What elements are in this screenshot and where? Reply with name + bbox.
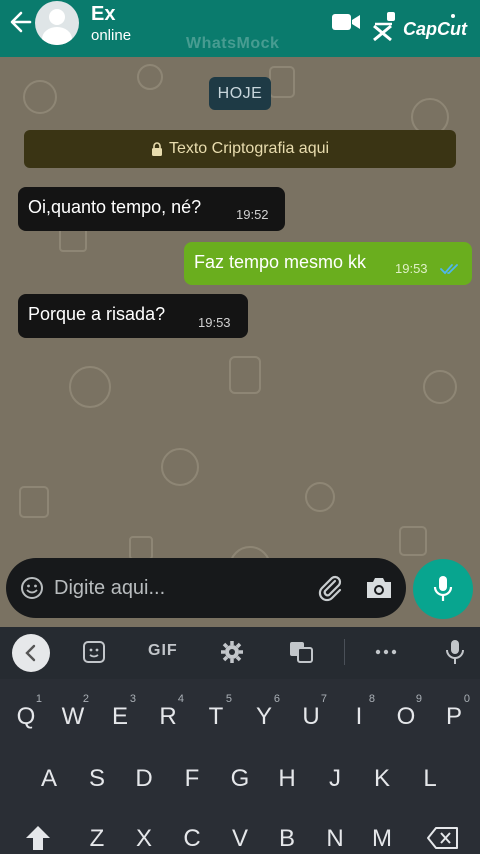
key[interactable]: O9 bbox=[386, 693, 426, 731]
key[interactable]: Y6 bbox=[244, 693, 284, 731]
message-bubble-outgoing[interactable]: Faz tempo mesmo kk 19:53 bbox=[184, 242, 472, 285]
more-options-icon[interactable] bbox=[374, 639, 398, 665]
contact-name[interactable]: Ex bbox=[91, 3, 115, 26]
key[interactable]: P0 bbox=[434, 693, 474, 731]
key[interactable]: Z bbox=[77, 825, 117, 853]
key[interactable]: D bbox=[124, 765, 164, 793]
message-bubble-incoming[interactable]: Oi,quanto tempo, né? 19:52 bbox=[18, 187, 285, 231]
key[interactable]: H bbox=[267, 765, 307, 793]
key[interactable]: Q1 bbox=[6, 693, 46, 731]
key[interactable]: K bbox=[362, 765, 402, 793]
key[interactable]: W2 bbox=[53, 693, 93, 731]
chevron-left-icon bbox=[25, 644, 36, 662]
key[interactable]: G bbox=[220, 765, 260, 793]
translate-icon[interactable] bbox=[288, 639, 314, 665]
message-input-placeholder: Digite aqui... bbox=[54, 577, 166, 599]
encryption-notice-text: Texto Criptografia aqui bbox=[168, 140, 330, 157]
avatar-body-shape bbox=[42, 27, 72, 45]
shift-icon[interactable] bbox=[24, 824, 52, 850]
message-time: 19:52 bbox=[236, 207, 269, 222]
key[interactable]: T5 bbox=[196, 693, 236, 731]
avatar-head-shape bbox=[49, 9, 65, 25]
key[interactable]: F bbox=[172, 765, 212, 793]
contact-avatar[interactable] bbox=[35, 1, 79, 45]
keyboard-toolbar: GIF bbox=[0, 627, 480, 679]
back-arrow-icon[interactable] bbox=[8, 8, 34, 36]
key[interactable]: L bbox=[410, 765, 450, 793]
key[interactable]: E3 bbox=[100, 693, 140, 731]
message-bubble-incoming[interactable]: Porque a risada? 19:53 bbox=[18, 294, 248, 338]
key[interactable]: N bbox=[315, 825, 355, 853]
key[interactable]: U7 bbox=[291, 693, 331, 731]
gif-button[interactable]: GIF bbox=[148, 642, 178, 660]
message-text: Porque a risada? bbox=[28, 304, 166, 324]
attachment-clip-icon[interactable] bbox=[315, 573, 345, 603]
message-text: Faz tempo mesmo kk bbox=[194, 252, 367, 272]
key[interactable]: V bbox=[220, 825, 260, 853]
chat-header: Ex online WhatsMock CapCut bbox=[0, 0, 480, 57]
video-call-icon[interactable] bbox=[331, 12, 361, 32]
date-chip: HOJE bbox=[209, 77, 271, 110]
key[interactable]: C bbox=[172, 825, 212, 853]
lock-icon bbox=[151, 142, 162, 156]
read-ticks-icon bbox=[440, 264, 458, 275]
encryption-notice[interactable]: Texto Criptografia aqui bbox=[24, 130, 456, 168]
toolbar-divider bbox=[344, 639, 345, 665]
camera-icon[interactable] bbox=[365, 575, 393, 601]
keyboard: Q1 W2 E3 R4 T5 Y6 U7 I8 O9 P0 A S D F G … bbox=[0, 679, 480, 854]
keyboard-collapse-button[interactable] bbox=[12, 634, 50, 672]
app-watermark: WhatsMock bbox=[186, 35, 280, 52]
key[interactable]: J bbox=[315, 765, 355, 793]
microphone-icon bbox=[433, 576, 453, 601]
sticker-icon[interactable] bbox=[82, 639, 106, 665]
emoji-icon[interactable] bbox=[20, 576, 44, 600]
voice-record-button[interactable] bbox=[413, 559, 473, 619]
message-time: 19:53 bbox=[198, 315, 231, 330]
key[interactable]: M bbox=[362, 825, 402, 853]
capcut-logo-text: CapCut bbox=[403, 19, 467, 39]
key[interactable]: R4 bbox=[148, 693, 188, 731]
key[interactable]: B bbox=[267, 825, 307, 853]
key[interactable]: A bbox=[29, 765, 69, 793]
key[interactable]: X bbox=[124, 825, 164, 853]
voice-typing-mic-icon[interactable] bbox=[445, 639, 465, 665]
backspace-icon[interactable] bbox=[426, 826, 460, 850]
key[interactable]: I8 bbox=[339, 693, 379, 731]
key[interactable]: S bbox=[77, 765, 117, 793]
message-input[interactable]: Digite aqui... bbox=[6, 558, 406, 618]
message-text: Oi,quanto tempo, né? bbox=[28, 197, 202, 217]
message-time: 19:53 bbox=[395, 261, 428, 276]
settings-gear-icon[interactable] bbox=[220, 639, 244, 665]
contact-status: online bbox=[91, 27, 132, 44]
